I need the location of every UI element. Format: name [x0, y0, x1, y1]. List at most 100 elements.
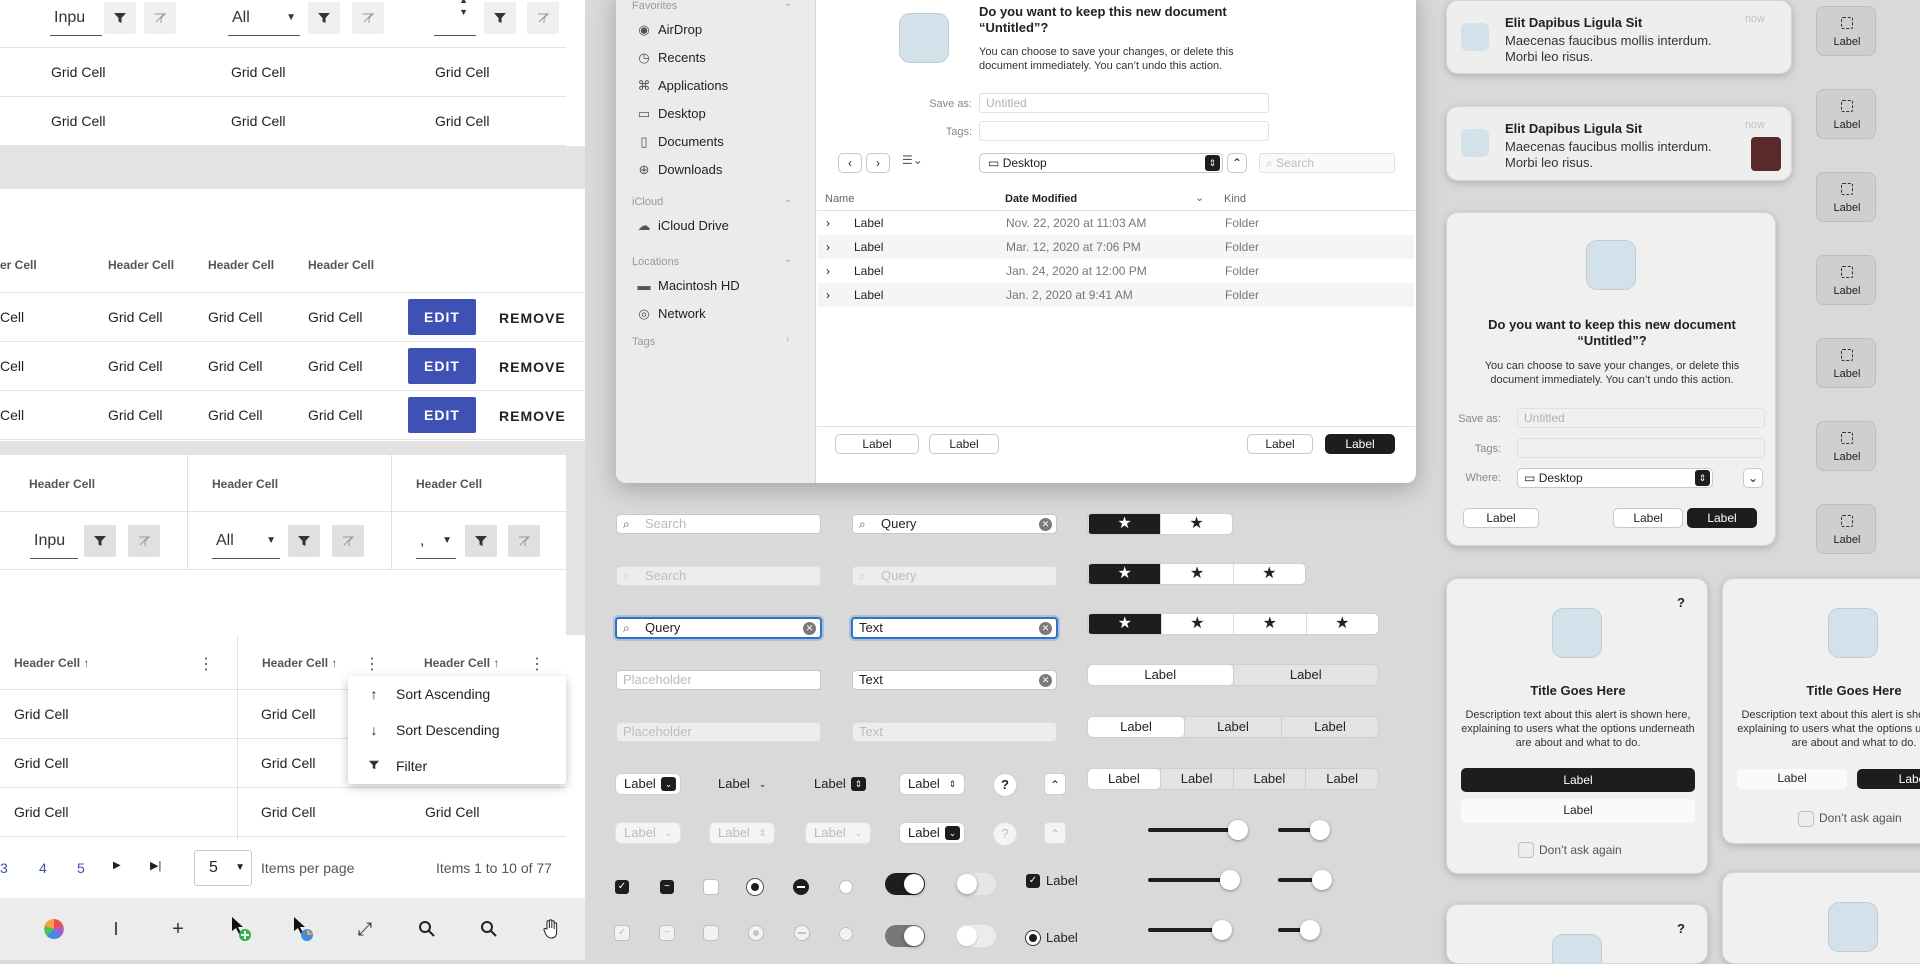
toolbar-label-button[interactable]: Label — [1816, 6, 1876, 56]
color-wheel-icon[interactable] — [37, 912, 71, 946]
help-button[interactable]: ? — [994, 774, 1016, 796]
filter-icon[interactable] — [465, 525, 497, 557]
per-page-select[interactable]: 5 ▼ — [194, 850, 252, 886]
popup-button[interactable]: Label ⌄ — [616, 774, 680, 794]
star-rating[interactable]: ★ ★ ★ — [1088, 564, 1305, 584]
filter-icon[interactable] — [308, 2, 340, 34]
sidebar-item-desktop[interactable]: ▭ Desktop — [636, 104, 706, 124]
save-as-field[interactable]: Untitled — [979, 93, 1269, 113]
dialog-button[interactable]: Label — [835, 434, 919, 454]
page-link[interactable]: 5 — [77, 860, 85, 876]
resize-icon[interactable]: ⤢ — [348, 912, 382, 946]
filter-icon[interactable] — [484, 2, 516, 34]
save-button[interactable]: Label — [1325, 434, 1395, 454]
disclosure-icon[interactable]: › — [826, 283, 830, 307]
checkbox-checked[interactable]: ✓ — [615, 880, 629, 894]
filter-select[interactable]: All ▼ — [212, 523, 280, 559]
search-field[interactable]: ⌕ Search — [616, 514, 821, 534]
chevron-down-icon[interactable]: ⌄ — [784, 0, 792, 9]
notification[interactable]: Elit Dapibus Ligula Sit Maecenas faucibu… — [1446, 0, 1792, 74]
radio-unselected[interactable] — [840, 881, 852, 893]
file-row[interactable]: › Label Mar. 12, 2020 at 7:06 PM Folder — [818, 235, 1414, 259]
popup-button[interactable]: Label ⇕ — [900, 774, 964, 794]
location-popup[interactable]: ▭ Desktop ⇕ — [1517, 468, 1713, 488]
slider-knob[interactable] — [1228, 820, 1248, 840]
slider-knob[interactable] — [1300, 920, 1320, 940]
filter-select[interactable]: All ▼ — [228, 0, 300, 36]
sidebar-item-downloads[interactable]: ⊕ Downloads — [636, 160, 723, 180]
slider-knob[interactable] — [1212, 920, 1232, 940]
search-field-focused[interactable]: ⌕ Query ✕ — [615, 617, 822, 639]
popup-button[interactable]: Label ⇕ — [806, 774, 870, 794]
edit-button[interactable]: EDIT — [408, 348, 476, 384]
filter-select[interactable]: , ▼ — [416, 523, 456, 559]
checkbox-checked[interactable]: ✓ — [1026, 874, 1040, 888]
toggle-on[interactable] — [885, 873, 925, 895]
slider-knob[interactable] — [1220, 870, 1240, 890]
disclosure-icon[interactable]: › — [826, 211, 830, 235]
dialog-button[interactable]: Label — [929, 434, 999, 454]
copy-cursor-icon[interactable] — [224, 912, 258, 946]
last-page-icon[interactable]: ▶| — [150, 859, 161, 872]
cancel-button[interactable]: Label — [1613, 508, 1683, 528]
header-cell-sortable[interactable]: Header Cell ↑ — [262, 656, 337, 670]
radio-selected[interactable] — [747, 879, 763, 895]
filter-icon[interactable] — [84, 525, 116, 557]
disclosure-icon[interactable]: › — [826, 235, 830, 259]
remove-button[interactable]: REMOVE — [499, 359, 566, 375]
pulldown-button[interactable]: Label ⌄ — [710, 774, 774, 794]
chevron-down-icon[interactable]: ⌄ — [784, 194, 792, 205]
remove-button[interactable]: REMOVE — [499, 408, 566, 424]
text-field[interactable]: Placeholder — [616, 670, 821, 690]
file-row[interactable]: › Label Jan. 24, 2020 at 12:00 PM Folder — [818, 259, 1414, 283]
remove-button[interactable]: REMOVE — [499, 310, 566, 326]
text-field-focused[interactable]: Text ✕ — [851, 617, 1058, 639]
primary-button[interactable]: Label — [1461, 768, 1695, 792]
toggle-off[interactable] — [956, 873, 996, 895]
zoom-in-icon[interactable] — [410, 912, 444, 946]
slider-track[interactable] — [1148, 928, 1222, 932]
collapse-button[interactable]: ⌃ — [1227, 153, 1247, 173]
slider-knob[interactable] — [1312, 870, 1332, 890]
cancel-button[interactable]: Label — [1247, 434, 1313, 454]
disclosure-icon[interactable]: › — [826, 259, 830, 283]
sidebar-item-icloud-drive[interactable]: ☁ iCloud Drive — [636, 216, 729, 236]
sort-chevron-icon[interactable]: ⌄ — [1195, 191, 1204, 204]
chevron-right-icon[interactable]: › — [786, 334, 789, 345]
checkbox-mixed[interactable]: − — [660, 880, 674, 894]
help-button[interactable]: ? — [1677, 595, 1685, 610]
color-cursor-icon[interactable] — [286, 912, 320, 946]
clear-filter-icon[interactable] — [508, 525, 540, 557]
radio-selected[interactable] — [1026, 931, 1040, 945]
slider-track[interactable] — [1148, 878, 1228, 882]
sidebar-item-recents[interactable]: ◷ Recents — [636, 48, 705, 68]
clear-filter-icon[interactable] — [332, 525, 364, 557]
secondary-button[interactable]: Label — [1737, 769, 1847, 789]
save-as-field[interactable]: Untitled — [1517, 408, 1765, 428]
clear-filter-icon[interactable] — [128, 525, 160, 557]
column-date-modified[interactable]: Date Modified — [1005, 193, 1077, 205]
toolbar-label-button[interactable]: Label — [1816, 89, 1876, 139]
more-vert-icon[interactable]: ⋮ — [364, 654, 380, 674]
text-cursor-icon[interactable]: I — [99, 912, 133, 946]
view-options-icon[interactable]: ☰⌄ — [902, 153, 923, 167]
menu-item-sort-ascending[interactable]: ↑ Sort Ascending — [348, 676, 566, 712]
dialog-button[interactable]: Label — [1463, 508, 1539, 528]
notification[interactable]: Elit Dapibus Ligula Sit Maecenas faucibu… — [1446, 106, 1792, 181]
edit-button[interactable]: EDIT — [408, 397, 476, 433]
column-kind[interactable]: Kind — [1224, 193, 1246, 205]
filter-icon[interactable] — [288, 525, 320, 557]
next-page-icon[interactable]: ▶ — [113, 860, 121, 871]
segmented-control[interactable]: Label Label Label Label — [1088, 769, 1378, 789]
secondary-button[interactable]: Label — [1461, 799, 1695, 823]
sidebar-item-applications[interactable]: ⌘ Applications — [636, 76, 729, 96]
clear-filter-icon[interactable] — [144, 2, 176, 34]
header-cell-sortable[interactable]: Header Cell ↑ — [14, 656, 89, 670]
edit-button[interactable]: EDIT — [408, 299, 476, 335]
clear-filter-icon[interactable] — [527, 2, 559, 34]
sidebar-item-network[interactable]: ◎ Network — [636, 304, 705, 324]
sidebar-item-airdrop[interactable]: ◉ AirDrop — [636, 20, 702, 40]
menu-item-filter[interactable]: Filter — [348, 748, 566, 784]
search-field[interactable]: ⌕ Search — [1259, 153, 1395, 173]
toolbar-label-button[interactable]: Label — [1816, 172, 1876, 222]
